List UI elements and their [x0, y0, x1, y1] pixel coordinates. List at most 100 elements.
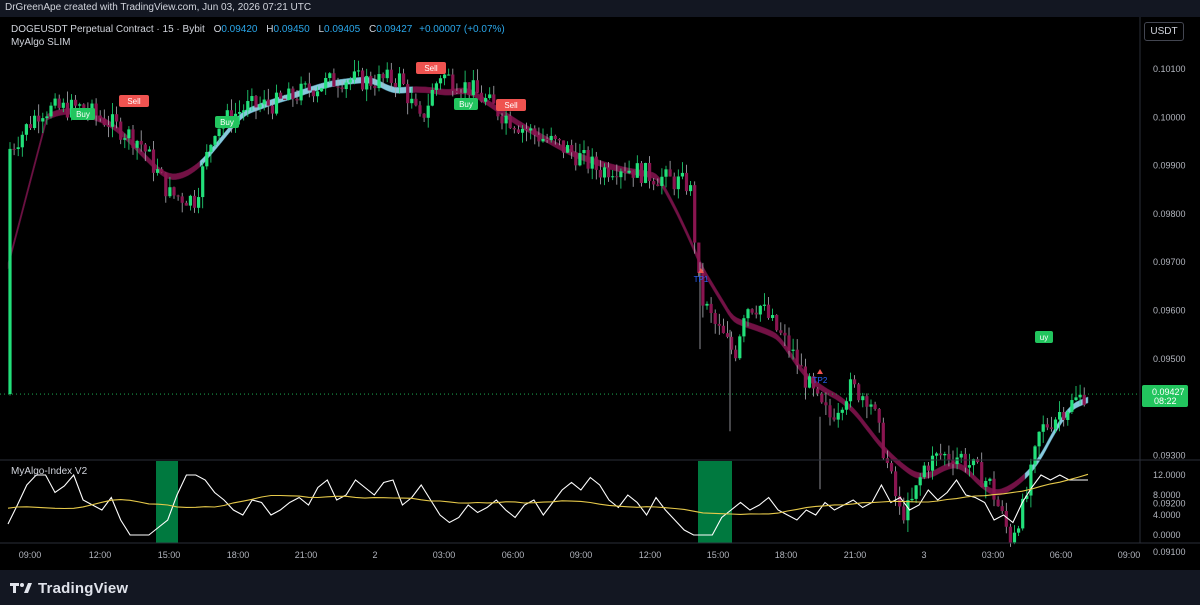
candle-bull [24, 124, 28, 135]
time-axis-label: 12:00 [89, 550, 112, 560]
candle-bull [643, 162, 648, 183]
candle-bear [574, 152, 578, 166]
sub-panel-title[interactable]: MyAlgo-Index V2 [11, 466, 87, 477]
time-axis-label: 15:00 [707, 550, 730, 560]
candle-bull [1066, 411, 1070, 420]
candle-bear [414, 98, 418, 106]
candle-bear [1004, 510, 1008, 527]
candle-bear [28, 124, 33, 129]
top-bar: DrGreenApe created with TradingView.com,… [0, 0, 1200, 18]
tradingview-logo[interactable]: TradingView [10, 578, 128, 598]
candle-bull [758, 305, 762, 315]
candle-bear [369, 75, 373, 86]
candle-bull [566, 145, 570, 153]
candle-bull [922, 465, 926, 478]
candle-bear [951, 459, 955, 465]
candle-bear [270, 105, 274, 114]
candle-bull [602, 167, 607, 178]
candle-bull [53, 98, 57, 106]
candle-bull [840, 409, 844, 413]
buy-signal: Buy [76, 110, 90, 119]
candle-bull [426, 105, 430, 118]
candle-bull [742, 318, 746, 337]
price-axis-label: 0.09600 [1153, 306, 1186, 316]
tradingview-logo-icon [10, 583, 32, 593]
candle-bear [775, 315, 779, 331]
chart-canvas[interactable]: Buy Sell Buy Sell Buy Sell uy TP1 TP2 0.10100 0.1… [0, 17, 1200, 605]
candle-bull [504, 115, 508, 124]
candle-bear [717, 323, 721, 326]
candle-bear [1082, 394, 1086, 405]
sell-signal: Sell [127, 97, 141, 106]
candle-bear [254, 96, 258, 108]
candle-bull [344, 82, 348, 90]
candle-bear [307, 83, 311, 91]
time-axis-label: 3 [921, 550, 926, 560]
candle-bull [78, 104, 82, 106]
chart-area[interactable]: Buy Sell Buy Sell Buy Sell uy TP1 TP2 0.10100 0.1… [0, 17, 1200, 605]
candle-bull [348, 79, 352, 83]
candle-bull [529, 128, 533, 131]
candle-bear [766, 304, 771, 318]
candle-bull [250, 96, 254, 102]
candle-bull [213, 136, 217, 145]
candle-bear [594, 156, 598, 170]
candle-bull [385, 69, 389, 79]
candle-bull [984, 480, 988, 487]
candle-bear [553, 135, 557, 140]
candle-bear [734, 349, 738, 359]
candle-bear [598, 169, 602, 178]
candle-bear [418, 105, 422, 114]
ohlc-low-value: 0.09405 [324, 24, 361, 35]
candle-bear [873, 404, 877, 410]
candle-bear [570, 145, 574, 153]
candle-bull [49, 105, 53, 117]
price-axis-label: 0.09200 [1153, 499, 1186, 509]
candle-bear [926, 465, 930, 471]
symbol-name[interactable]: DOGEUSDT Perpetual Contract · 15 · Bybit [11, 24, 205, 35]
candle-bull [930, 455, 935, 471]
candle-bear [652, 181, 656, 185]
candle-bear [795, 349, 799, 366]
candle-bear [721, 325, 725, 334]
time-axis-label: 09:00 [1118, 550, 1141, 560]
candle-bull [627, 170, 631, 173]
candle-bull [660, 176, 664, 186]
candle-bear [475, 80, 479, 93]
candle-bull [836, 412, 840, 420]
currency-button[interactable]: USDT [1144, 22, 1184, 41]
candle-bull [246, 101, 250, 111]
candle-bull [590, 156, 594, 169]
candle-bull [680, 172, 684, 177]
ohlc-high-key: H [266, 24, 274, 35]
footer-bar: TradingView [0, 570, 1200, 605]
candle-bear [455, 90, 459, 93]
candle-bear [885, 458, 889, 463]
candle-bull [320, 88, 324, 92]
candle-bear [74, 99, 78, 106]
candle-bear [1062, 412, 1066, 420]
candle-bull [197, 197, 201, 208]
sub-axis-label: 12.0000 [1153, 470, 1186, 480]
candle-bull [1033, 446, 1037, 465]
candle-bull [520, 128, 525, 133]
candle-bear [295, 98, 299, 101]
time-axis-label: 15:00 [158, 550, 181, 560]
candle-bear [332, 73, 336, 87]
candle-bear [586, 149, 590, 169]
candle-bull [918, 477, 922, 486]
candle-bull [315, 91, 320, 97]
candle-bear [393, 82, 397, 88]
candle-bull [45, 116, 49, 119]
candle-bear [12, 148, 16, 150]
candle-bear [799, 365, 803, 367]
candle-bull [463, 82, 467, 93]
candle-bull [910, 498, 914, 501]
indicator-title[interactable]: MyAlgo SLIM [11, 36, 505, 49]
candle-bear [389, 69, 393, 83]
candle-bull [611, 176, 615, 178]
candle-bear [184, 202, 188, 206]
candle-bear [500, 116, 504, 124]
candle-bull [1012, 532, 1017, 543]
candle-bear [902, 506, 906, 521]
